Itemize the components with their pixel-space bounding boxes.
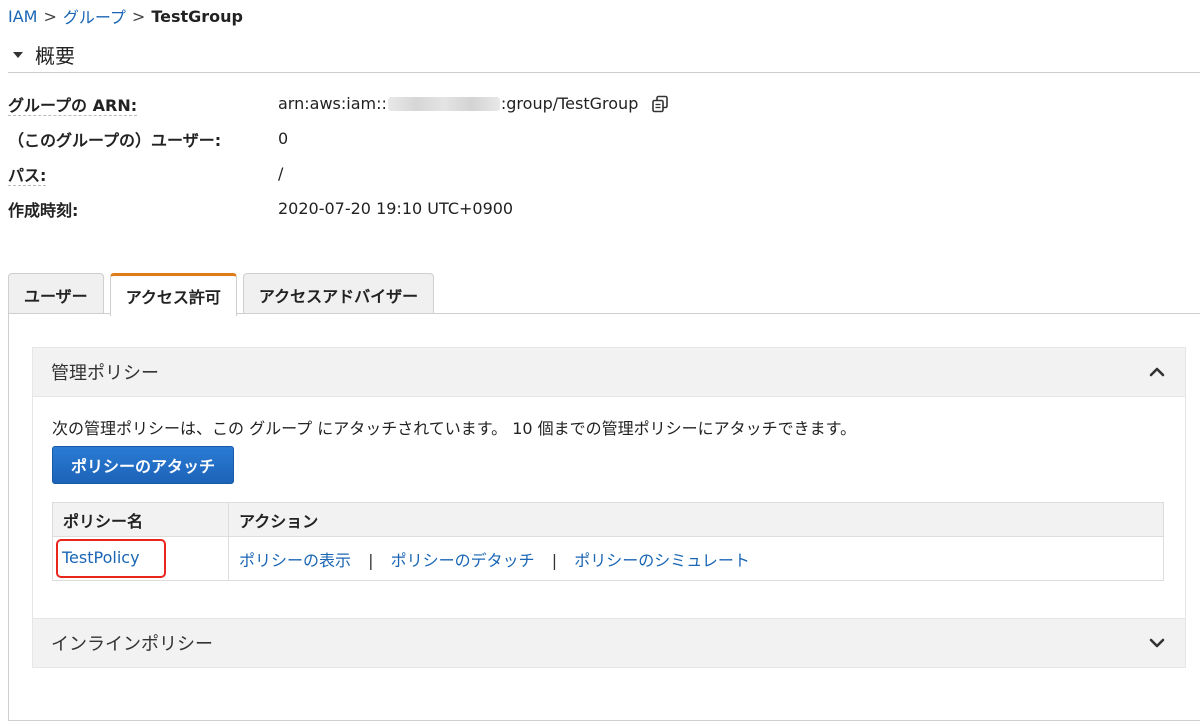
arn-suffix: :group/TestGroup [500,94,639,113]
managed-policies-body: 次の管理ポリシーは、この グループ にアタッチされています。 10 個までの管理… [32,397,1186,619]
detail-row-arn: グループの ARN: arn:aws:iam:: :group/TestGrou… [8,86,1188,121]
simulate-policy-link[interactable]: ポリシーのシミュレート [574,551,750,570]
managed-policies-description: 次の管理ポリシーは、この グループ にアタッチされています。 10 個までの管理… [52,419,857,438]
attach-policy-button[interactable]: ポリシーのアタッチ [52,446,235,484]
arn-prefix: arn:aws:iam:: [278,94,387,113]
managed-policies-title: 管理ポリシー [51,363,159,384]
inline-policies-title: インラインポリシー [51,634,213,655]
breadcrumb-link-iam[interactable]: IAM [8,7,37,26]
copy-icon[interactable] [650,94,670,114]
policy-name-link[interactable]: TestPolicy [62,548,140,567]
column-header-actions: アクション [228,502,1164,537]
tab-users[interactable]: ユーザー [8,273,104,315]
chevron-down-icon [1147,633,1167,653]
detail-value-created: 2020-07-20 19:10 UTC+0900 [278,199,514,218]
detach-policy-link[interactable]: ポリシーのデタッチ [391,551,535,570]
detail-label-created: 作成時刻: [8,200,79,220]
detail-label-arn: グループの ARN: [8,95,138,116]
detail-value-users: 0 [278,129,289,148]
detail-row-users: （このグループの）ユーザー: 0 [8,121,1188,156]
breadcrumb-separator: > [43,6,57,26]
breadcrumb: IAM > グループ > TestGroup [8,4,243,28]
column-header-policy-name: ポリシー名 [52,502,229,537]
summary-title: 概要 [35,44,75,68]
chevron-up-icon [1147,362,1167,382]
detail-row-path: パス: / [8,156,1188,191]
table-row: TestPolicy ポリシーの表示 | ポリシーのデタッチ | ポリシーのシミ… [52,536,1164,581]
tab-access-advisor[interactable]: アクセスアドバイザー [242,273,435,315]
summary-details: グループの ARN: arn:aws:iam:: :group/TestGrou… [8,86,1188,226]
tab-bar: ユーザー アクセス許可 アクセスアドバイザー [8,273,435,316]
detail-label-path: パス: [8,165,47,186]
highlight-box: TestPolicy [56,539,166,578]
managed-policies-header[interactable]: 管理ポリシー [32,347,1186,397]
caret-down-icon [13,51,23,58]
breadcrumb-separator: > [131,6,146,26]
action-separator: | [368,550,374,570]
breadcrumb-link-groups[interactable]: グループ [63,4,126,28]
table-header-row: ポリシー名 アクション [52,502,1164,537]
summary-toggle[interactable]: 概要 [10,40,75,69]
detail-label-users: （このグループの）ユーザー: [8,130,222,150]
inline-policies-header[interactable]: インラインポリシー [32,618,1186,668]
detail-value-path: / [278,164,284,183]
tab-permissions[interactable]: アクセス許可 [109,273,237,316]
detail-row-created: 作成時刻: 2020-07-20 19:10 UTC+0900 [8,191,1188,226]
show-policy-link[interactable]: ポリシーの表示 [239,551,351,570]
managed-policies-table: ポリシー名 アクション TestPolicy ポリシーの表示 | ポリシーのデタ… [52,502,1164,581]
summary-divider [8,72,1200,73]
redacted-account-id [387,96,500,111]
permissions-panel: 管理ポリシー 次の管理ポリシーは、この グループ にアタッチされています。 10… [8,313,1200,721]
action-separator: | [551,550,558,570]
breadcrumb-current: TestGroup [151,6,243,26]
detail-value-arn: arn:aws:iam:: :group/TestGroup [278,94,670,114]
